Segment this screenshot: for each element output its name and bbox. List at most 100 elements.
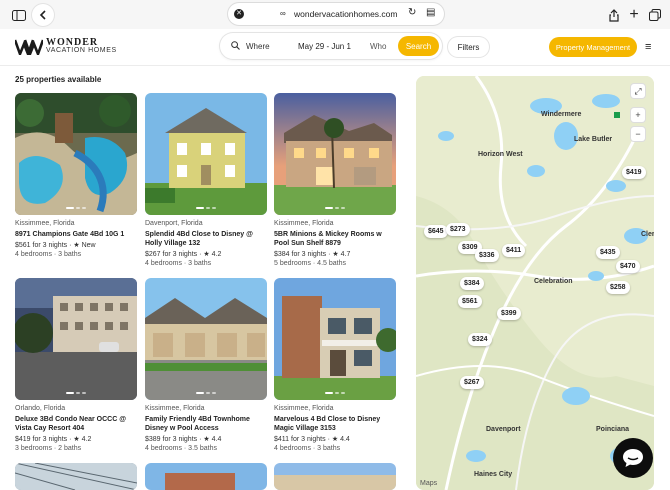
- listing-card[interactable]: Orlando, Florida Deluxe 3Bd Condo Near O…: [15, 278, 137, 452]
- site-header: WONDER VACATION HOMES Where May 29 - Jun…: [0, 29, 670, 66]
- listing-photo[interactable]: [145, 278, 267, 400]
- listing-title[interactable]: Marvelous 4 Bd Close to Disney Magic Vil…: [274, 415, 396, 433]
- map-label: Haines City: [474, 471, 513, 478]
- search-button[interactable]: Search: [398, 36, 439, 56]
- tabs-icon[interactable]: [644, 4, 666, 26]
- logo-mark-icon: [15, 39, 43, 55]
- zoom-in-icon[interactable]: +: [631, 108, 645, 122]
- listing-photo[interactable]: [15, 463, 137, 490]
- listing-rooms: 4 bedrooms · 3.5 baths: [145, 445, 217, 452]
- listing-rooms: 4 bedrooms · 3 baths: [145, 260, 212, 267]
- listing-price: $411 for 3 nights: [274, 436, 326, 443]
- price-pin[interactable]: $470: [616, 260, 640, 273]
- listing-price: $267 for 3 nights: [145, 251, 198, 258]
- sidebar-toggle-icon[interactable]: [8, 4, 30, 26]
- close-tab-icon[interactable]: ✕: [234, 9, 244, 19]
- listing-location: Orlando, Florida: [15, 405, 66, 412]
- url-text: wondervacationhomes.com: [294, 9, 398, 19]
- listing-location: Kissimmee, Florida: [15, 220, 75, 227]
- reader-icon[interactable]: ▤: [426, 7, 435, 18]
- listing-photo[interactable]: [145, 93, 267, 215]
- fullscreen-icon[interactable]: ⤢: [631, 84, 645, 98]
- price-pin[interactable]: $561: [458, 295, 482, 308]
- filters-button[interactable]: Filters: [448, 37, 489, 57]
- listing-price-line: $411 for 3 nights · ★ 4.4: [274, 436, 350, 443]
- listing-card[interactable]: Kissimmee, Florida 8971 Champions Gate 4…: [15, 93, 137, 258]
- listing-photo[interactable]: [15, 278, 137, 400]
- listing-price-line: $389 for 3 nights · ★ 4.4: [145, 436, 222, 443]
- site-icon: ∞: [280, 9, 286, 18]
- listing-rating: ★ 4.4: [331, 436, 350, 443]
- listing-photo[interactable]: [15, 93, 137, 215]
- chat-button[interactable]: [613, 438, 653, 478]
- logo-wordmark-top: WONDER: [46, 37, 99, 48]
- new-tab-icon[interactable]: +: [623, 4, 645, 26]
- price-pin[interactable]: $384: [460, 277, 484, 290]
- listing-price: $419 for 3 nights: [15, 436, 68, 443]
- maps-attribution: Maps: [420, 480, 438, 487]
- listing-title[interactable]: Deluxe 3Bd Condo Near OCCC @ Vista Cay R…: [15, 415, 137, 433]
- price-pin[interactable]: $324: [468, 333, 492, 346]
- price-pin[interactable]: $336: [475, 249, 499, 262]
- price-pin[interactable]: $411: [502, 244, 526, 257]
- browser-toolbar: ✕ ∞ wondervacationhomes.com ↻ ▤ +: [0, 0, 670, 29]
- listing-rooms: 4 bedrooms · 3 baths: [274, 445, 341, 452]
- listing-card[interactable]: Davenport, Florida Splendid 4Bd Close to…: [145, 93, 267, 267]
- listing-card[interactable]: Kissimmee, Florida Marvelous 4 Bd Close …: [274, 278, 396, 452]
- price-pin[interactable]: $419: [622, 166, 646, 179]
- listing-rooms: 4 bedrooms · 3 baths: [15, 251, 82, 258]
- zoom-out-icon[interactable]: −: [631, 127, 645, 141]
- price-pin[interactable]: $273: [446, 223, 470, 236]
- price-pin[interactable]: $258: [606, 281, 630, 294]
- map-label: Lake Butler: [574, 136, 613, 143]
- hamburger-menu-icon[interactable]: ≡: [645, 41, 651, 53]
- map-label: Horizon West: [478, 151, 523, 158]
- listing-photo[interactable]: [274, 463, 396, 490]
- listing-photo[interactable]: [274, 278, 396, 400]
- listing-rating: ★ 4.2: [73, 436, 92, 443]
- search-bar[interactable]: Where May 29 - Jun 1 Who Search: [220, 33, 442, 59]
- listing-rooms: 3 bedrooms · 2 baths: [15, 445, 82, 452]
- listing-card[interactable]: [15, 463, 137, 490]
- price-pin[interactable]: $645: [424, 225, 448, 238]
- listing-title[interactable]: 5BR Minions & Mickey Rooms w Pool Sun Sh…: [274, 230, 396, 248]
- listing-rating: ★ 4.7: [332, 251, 351, 258]
- listing-rating: ★ New: [73, 242, 96, 249]
- listing-title[interactable]: Family Friendly 4Bd Townhome Disney w Po…: [145, 415, 267, 433]
- listing-photo[interactable]: [145, 463, 267, 490]
- guests-field[interactable]: Who: [370, 42, 386, 51]
- results-count: 25 properties available: [15, 75, 102, 84]
- listing-card[interactable]: [274, 463, 396, 490]
- listing-price-line: $561 for 3 nights · ★ New: [15, 242, 96, 249]
- map-panel[interactable]: Windermere Lake Butler Horizon West Cele…: [416, 76, 654, 490]
- property-management-button[interactable]: Property Management: [549, 37, 637, 57]
- listing-rating: ★ 4.2: [203, 251, 222, 258]
- listing-rating: ★ 4.4: [203, 436, 222, 443]
- map-label: Poinciana: [596, 426, 630, 433]
- map-label: Windermere: [541, 111, 582, 118]
- address-bar[interactable]: ✕ ∞ wondervacationhomes.com ↻ ▤: [228, 3, 444, 25]
- where-placeholder: Where: [246, 42, 270, 51]
- listing-title[interactable]: Splendid 4Bd Close to Disney @ Holly Vil…: [145, 230, 267, 248]
- listing-card[interactable]: [145, 463, 267, 490]
- map-label: Celebration: [534, 278, 573, 285]
- back-icon[interactable]: [32, 4, 54, 26]
- dates-field[interactable]: May 29 - Jun 1: [298, 42, 351, 51]
- listing-price-line: $384 for 3 nights · ★ 4.7: [274, 251, 351, 258]
- chat-bubble-icon: [623, 449, 643, 467]
- price-pin[interactable]: $399: [497, 307, 521, 320]
- search-icon: [231, 41, 240, 52]
- listing-card[interactable]: Kissimmee, Florida 5BR Minions & Mickey …: [274, 93, 396, 267]
- listing-photo[interactable]: [274, 93, 396, 215]
- where-field[interactable]: Where: [231, 41, 270, 52]
- reload-icon[interactable]: ↻: [408, 7, 416, 18]
- logo-wordmark-bottom: VACATION HOMES: [46, 47, 117, 54]
- price-pin[interactable]: $435: [596, 246, 620, 259]
- share-icon[interactable]: [603, 4, 625, 26]
- logo[interactable]: WONDER VACATION HOMES: [15, 37, 117, 55]
- listing-card[interactable]: Kissimmee, Florida Family Friendly 4Bd T…: [145, 278, 267, 452]
- listing-location: Kissimmee, Florida: [145, 405, 205, 412]
- listing-price: $389 for 3 nights: [145, 436, 198, 443]
- listing-title[interactable]: 8971 Champions Gate 4Bd 10G 1: [15, 230, 137, 239]
- price-pin[interactable]: $267: [460, 376, 484, 389]
